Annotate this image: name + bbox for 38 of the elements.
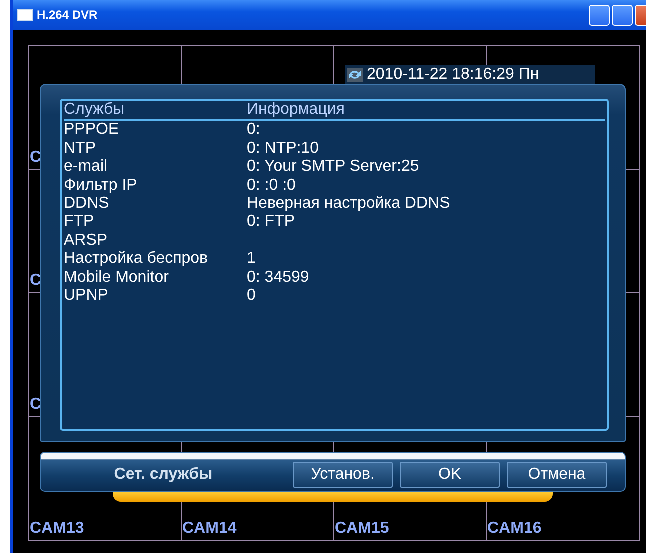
service-name: FTP [64,213,96,232]
camera-label: C [30,396,42,414]
service-info: Неверная настройка DDNS [247,194,452,214]
maximize-button[interactable] [612,4,633,26]
service-name: PPPOE [64,121,120,140]
service-name: Mobile Monitor [64,268,170,287]
column-header: Информация [247,101,346,120]
service-name: DDNS [64,194,110,214]
window-icon [17,9,33,21]
service-info: 0 [247,286,257,306]
camera-label: CAM14 [182,520,237,538]
camera-label: C [30,272,42,290]
camera-label: CAM15 [335,520,390,538]
service-info: 0: NTP:10 [247,140,320,158]
minimize-button[interactable] [589,4,610,26]
service-info: 0: 34599 [247,268,310,287]
service-name: ARSP [64,232,109,250]
dialog-button[interactable]: Установ. [293,462,393,488]
refresh-icon [347,68,363,82]
camera-label: CAM16 [488,520,542,538]
service-name: Настройка беспров [64,250,210,269]
service-info: 0: [247,121,262,140]
column-header: Службы [64,101,126,120]
service-info: 1 [247,250,257,269]
service-name: UPNP [64,286,110,306]
camera-label: CAM13 [30,520,84,538]
dialog-title: Сет. службы [113,466,214,484]
date-time: 2010-11-22 18:16:29 Пн [367,66,540,84]
service-name: NTP [64,140,97,158]
window-title: H.264 DVR [37,8,98,22]
service-name: Фильтр IP [64,176,138,195]
service-info: 0: FTP [247,213,296,232]
service-name: e-mail [64,158,109,177]
dialog-button[interactable]: Отмена [507,462,607,488]
service-info: 0: Your SMTP Server:25 [247,158,420,177]
dialog-button[interactable]: OK [400,462,500,488]
service-info: 0: :0 :0 [247,176,297,195]
camera-label: C [30,148,42,166]
